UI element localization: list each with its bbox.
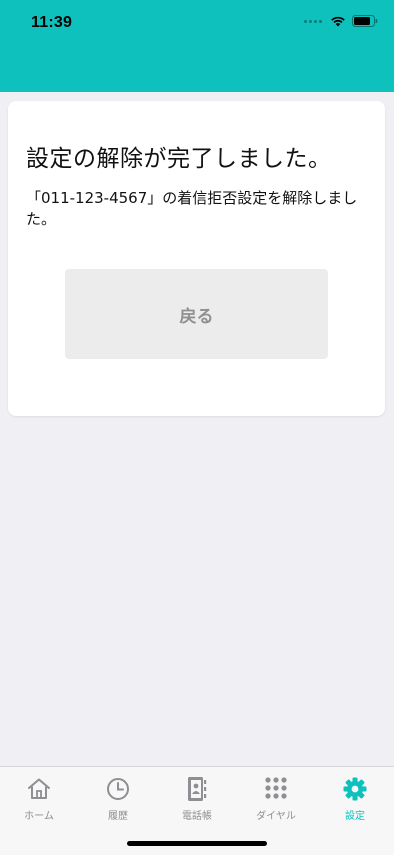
tab-contacts-label: 電話帳 — [182, 811, 212, 822]
tab-dial-label: ダイヤル — [256, 811, 296, 822]
home-icon — [0, 775, 78, 803]
clock-icon — [79, 775, 157, 803]
tab-history[interactable]: 履歴 — [79, 775, 157, 822]
battery-icon — [352, 15, 378, 27]
tab-contacts[interactable]: 電話帳 — [158, 775, 236, 822]
home-indicator[interactable] — [127, 841, 267, 846]
tab-dial[interactable]: ダイヤル — [237, 775, 315, 822]
tab-settings[interactable]: 設定 — [316, 775, 394, 822]
completion-card: 設定の解除が完了しました。 「011-123-4567」の着信拒否設定を解除しま… — [8, 101, 385, 416]
app-header: 11:39 — [0, 0, 394, 92]
tab-home-label: ホーム — [24, 811, 54, 822]
signal-icon — [304, 19, 322, 23]
dialpad-icon — [237, 775, 315, 803]
status-time: 11:39 — [31, 14, 73, 31]
wifi-icon — [330, 15, 346, 27]
completion-message: 「011-123-4567」の着信拒否設定を解除しました。 — [26, 189, 358, 228]
gear-icon — [316, 775, 394, 803]
completion-title: 設定の解除が完了しました。 — [26, 146, 332, 172]
tab-home[interactable]: ホーム — [0, 775, 78, 822]
status-icons — [304, 15, 378, 27]
back-button[interactable]: 戻る — [65, 269, 328, 359]
tab-settings-label: 設定 — [345, 811, 365, 822]
tab-history-label: 履歴 — [108, 811, 128, 822]
contacts-book-icon — [158, 775, 236, 803]
